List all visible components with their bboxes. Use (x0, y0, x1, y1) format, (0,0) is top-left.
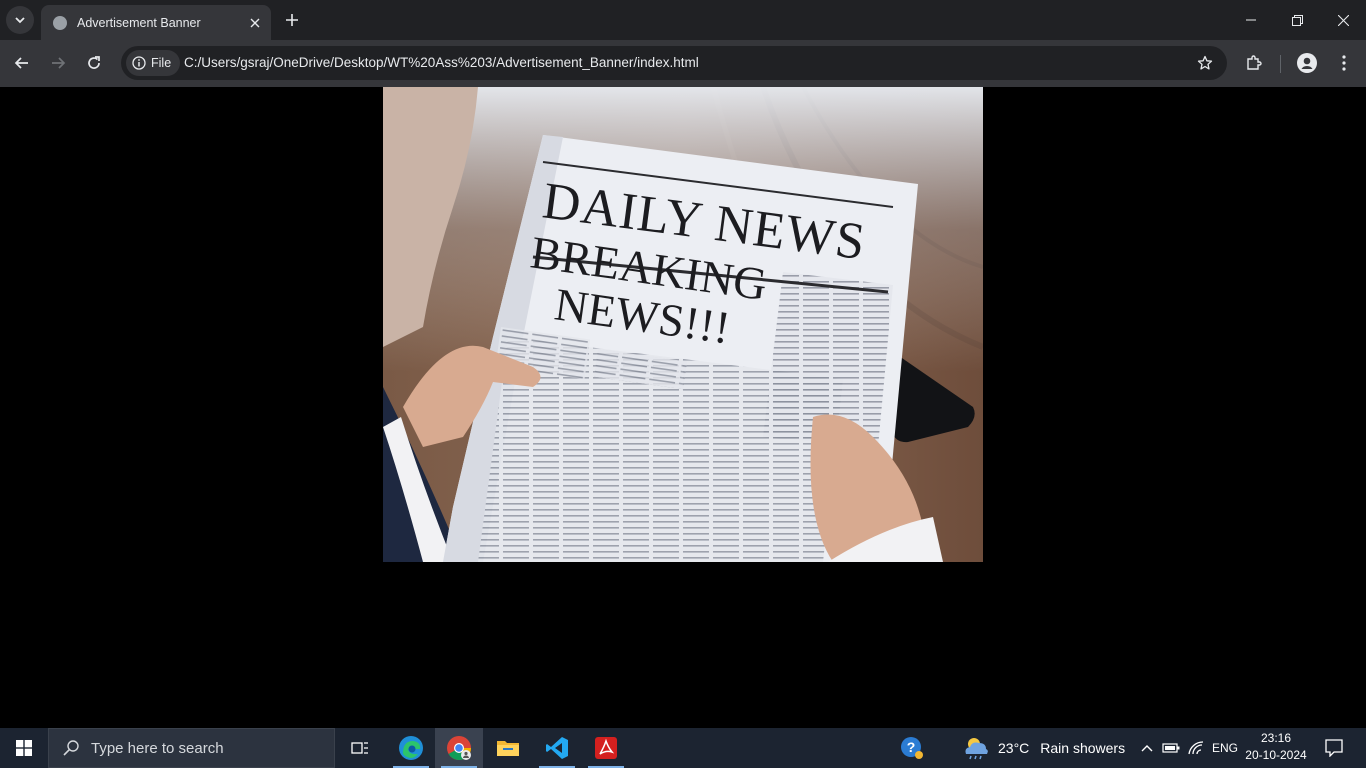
folder-icon (497, 741, 519, 756)
reload-icon (88, 56, 100, 69)
newspaper-photo: DAILY NEWS BREAKING NEWS!!! (383, 87, 983, 562)
battery-status[interactable] (1160, 728, 1182, 768)
network-status[interactable] (1186, 728, 1206, 768)
star-icon (1197, 55, 1213, 70)
task-view-icon (351, 742, 368, 754)
page-viewport: DAILY NEWS BREAKING NEWS!!! (0, 87, 1366, 728)
address-bar[interactable]: File C:/Users/gsraj/OneDrive/Desktop/WT%… (121, 46, 1227, 80)
arrow-right-icon (52, 57, 66, 69)
clock-date: 20-10-2024 (1245, 748, 1307, 762)
battery-icon (1162, 743, 1180, 753)
minimize-icon (1246, 19, 1256, 21)
tab-title: Advertisement Banner (77, 15, 201, 30)
info-icon (132, 56, 146, 70)
back-button[interactable] (7, 48, 37, 78)
clock-time: 23:16 (1260, 731, 1292, 745)
more-vertical-icon (1342, 55, 1346, 71)
language-label: ENG (1212, 741, 1239, 755)
windows-taskbar: Type here to search ? 23°C Rain showers … (0, 728, 1366, 768)
taskbar-edge[interactable] (387, 728, 435, 768)
chip-label: File (151, 56, 172, 70)
browser-tab-strip: Advertisement Banner (0, 0, 1366, 40)
close-window-button[interactable] (1320, 0, 1366, 40)
site-info-chip[interactable]: File (126, 50, 181, 76)
weather-temperature: 23°C (998, 740, 1030, 756)
tab-search-button[interactable] (6, 6, 34, 34)
close-tab-button[interactable] (247, 15, 263, 31)
taskbar-clock[interactable]: 23:16 20-10-2024 (1236, 730, 1316, 764)
extensions-button[interactable] (1239, 48, 1269, 78)
acrobat-icon (595, 737, 617, 759)
reload-button[interactable] (79, 48, 109, 78)
notification-icon (1325, 739, 1343, 757)
taskbar-chrome[interactable] (435, 728, 483, 768)
taskbar-file-explorer[interactable] (484, 728, 532, 768)
globe-icon (53, 15, 67, 30)
search-placeholder: Type here to search (91, 739, 224, 757)
avatar-icon (1297, 53, 1317, 73)
edge-icon (399, 736, 423, 760)
plus-icon (286, 14, 298, 26)
chevron-down-icon (15, 17, 25, 24)
close-icon (250, 18, 260, 27)
search-icon (63, 740, 79, 756)
svg-text:?: ? (907, 739, 916, 755)
forward-button[interactable] (43, 48, 73, 78)
input-language-button[interactable]: ENG (1212, 728, 1238, 768)
taskbar-search-box[interactable]: Type here to search (48, 728, 335, 768)
weather-widget[interactable]: 23°C Rain showers (962, 728, 1125, 768)
profile-button[interactable] (1292, 48, 1322, 78)
advertisement-banner-image: DAILY NEWS BREAKING NEWS!!! (383, 87, 983, 562)
notifications-button[interactable] (1318, 728, 1350, 768)
rain-cloud-icon (965, 738, 988, 760)
arrow-left-icon (14, 57, 28, 69)
help-button[interactable]: ? (888, 728, 936, 768)
minimize-button[interactable] (1228, 0, 1274, 40)
help-icon: ? (901, 737, 923, 759)
weather-description: Rain showers (1040, 740, 1126, 756)
browser-menu-button[interactable] (1329, 48, 1359, 78)
start-button[interactable] (0, 728, 48, 768)
windows-logo-icon (16, 740, 32, 756)
new-tab-button[interactable] (280, 8, 304, 32)
url-text[interactable]: C:/Users/gsraj/OneDrive/Desktop/WT%20Ass… (184, 55, 699, 70)
browser-tab[interactable]: Advertisement Banner (41, 5, 271, 40)
taskbar-acrobat[interactable] (582, 728, 630, 768)
task-view-button[interactable] (336, 728, 384, 768)
show-hidden-icons-button[interactable] (1138, 728, 1156, 768)
chevron-up-icon (1141, 745, 1153, 752)
close-icon (1337, 14, 1349, 26)
taskbar-vscode[interactable] (533, 728, 581, 768)
toolbar-divider (1280, 55, 1281, 73)
bookmark-button[interactable] (1195, 53, 1215, 73)
wifi-icon (1188, 741, 1204, 755)
restore-button[interactable] (1274, 0, 1320, 40)
chrome-icon (447, 736, 471, 761)
restore-icon (1291, 14, 1303, 26)
puzzle-icon (1247, 55, 1262, 70)
vscode-icon (546, 737, 568, 759)
browser-toolbar: File C:/Users/gsraj/OneDrive/Desktop/WT%… (0, 40, 1366, 87)
